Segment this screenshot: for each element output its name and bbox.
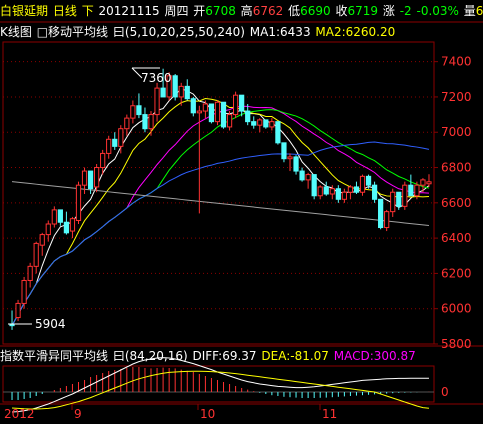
candle-up [257, 119, 263, 126]
ma20-line [11, 105, 430, 326]
candle-down [87, 170, 94, 190]
high-annotation: 7360 [141, 71, 172, 85]
candle-down [263, 119, 269, 128]
candle-down [353, 186, 360, 193]
candle-up [359, 175, 366, 193]
ma10-line [11, 98, 430, 326]
candle-down [184, 85, 190, 100]
candle-up [269, 121, 275, 128]
candle-down [323, 186, 329, 195]
candle-down [57, 209, 63, 223]
candle-up [118, 128, 124, 147]
candle-up [347, 186, 354, 193]
candle-up [341, 191, 347, 200]
ma25-line [11, 109, 430, 326]
candle-up [214, 101, 221, 123]
candle-up [33, 242, 39, 267]
candle-down [142, 114, 148, 130]
candle-down [136, 105, 142, 116]
candle-down [251, 121, 257, 126]
candle-down [371, 184, 378, 200]
price-tick-label: 6600 [441, 196, 472, 210]
candle-up [130, 105, 136, 119]
macd-panel-border [2, 365, 435, 403]
candle-up [426, 181, 432, 185]
ma50-line [11, 141, 430, 326]
candle-up [305, 174, 311, 181]
candle-up [384, 211, 390, 229]
candle-up [287, 156, 293, 160]
candle-down [408, 184, 414, 197]
candle-up [106, 138, 112, 154]
candle-down [293, 156, 299, 172]
candle-down [281, 142, 287, 160]
candle-down [239, 94, 245, 112]
candle-down [190, 98, 196, 114]
candle-up [75, 184, 82, 221]
time-axis: 2012 9 10 11 [4, 404, 337, 421]
candlesticks [9, 68, 432, 330]
candle-down [335, 188, 341, 200]
candle-up [178, 85, 184, 98]
candle-up [148, 114, 154, 130]
chart-frame [0, 21, 483, 405]
candle-up [202, 103, 209, 112]
price-panel-border [2, 41, 435, 345]
candle-up [81, 170, 88, 186]
candle-up [27, 265, 33, 281]
candle-up [226, 114, 233, 128]
candle-up [420, 179, 426, 186]
candle-up [51, 209, 57, 225]
price-tick-label: 7400 [441, 55, 472, 69]
candle-up [45, 223, 51, 236]
candle-down [311, 174, 317, 197]
price-tick-label: 6200 [441, 266, 472, 280]
candle-down [245, 110, 251, 123]
candle-down [378, 198, 384, 229]
dea-line [11, 370, 430, 410]
moving-average-lines [11, 88, 430, 326]
kline-chart[interactable]: 7400 7200 7000 6800 6600 6400 6200 6000 5800 736… [0, 0, 483, 424]
candle-down [9, 324, 15, 327]
macd-zero-label: 0 [441, 385, 449, 399]
price-axis: 7400 7200 7000 6800 6600 6400 6200 6000 5800 [434, 55, 472, 351]
price-tick-label: 6400 [441, 231, 472, 245]
low-annotation: 5904 [35, 317, 66, 331]
candle-up [232, 94, 239, 116]
candle-up [196, 110, 202, 114]
candle-up [124, 117, 130, 130]
candle-down [208, 103, 215, 123]
candle-down [160, 87, 166, 98]
candle-up [15, 302, 21, 319]
candle-up [154, 87, 160, 116]
candle-down [220, 101, 227, 128]
candle-down [172, 75, 178, 98]
candle-up [69, 218, 76, 232]
price-tick-label: 5800 [441, 337, 472, 351]
candle-down [396, 191, 402, 207]
time-label: 11 [322, 407, 337, 421]
price-tick-label: 7000 [441, 125, 472, 139]
candle-up [402, 184, 408, 207]
price-tick-label: 7200 [441, 90, 472, 104]
price-tick-label: 6000 [441, 302, 472, 316]
candle-down [63, 221, 70, 234]
candle-down [275, 121, 281, 144]
candle-down [299, 170, 305, 181]
candle-up [390, 191, 396, 213]
candle-down [112, 138, 118, 147]
candle-up [39, 234, 45, 246]
price-tick-label: 6800 [441, 161, 472, 175]
candle-up [317, 186, 323, 197]
candle-up [329, 188, 335, 195]
candle-up [21, 279, 27, 304]
candle-up [100, 152, 106, 169]
candle-down [365, 175, 372, 186]
time-label: 9 [74, 407, 82, 421]
ma5-line [11, 88, 430, 326]
time-label: 10 [200, 407, 215, 421]
time-label: 2012 [4, 407, 35, 421]
candle-up [94, 167, 100, 188]
candle-up [414, 184, 420, 197]
